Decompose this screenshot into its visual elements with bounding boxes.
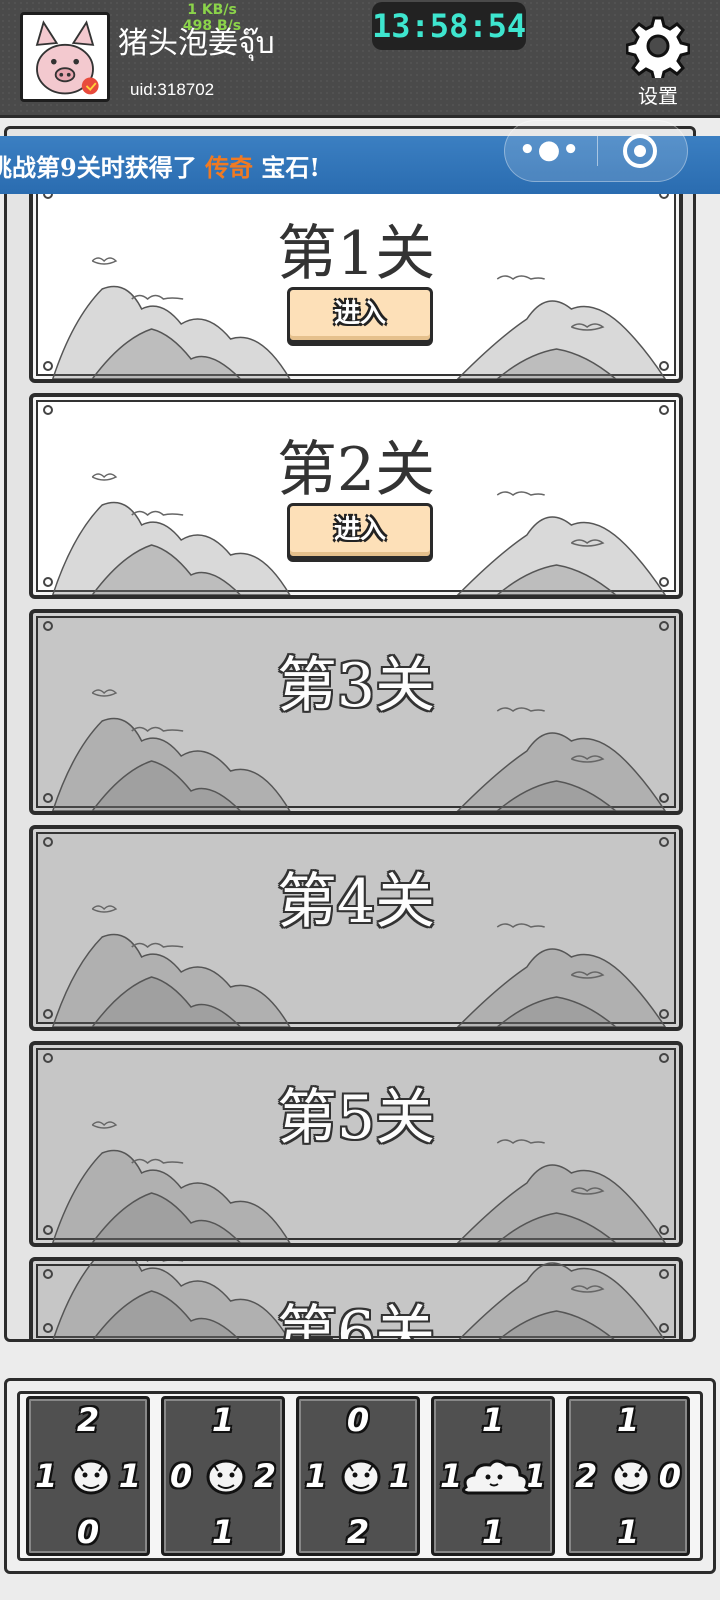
level-title: 第3关 <box>276 651 436 721</box>
announcement-text: 挑战第9关时获得了 传奇 宝石! <box>0 148 320 183</box>
stat-bottom: 1 <box>616 1513 640 1551</box>
stat-top: 0 <box>346 1401 370 1439</box>
level-title: 第1关 <box>276 219 436 289</box>
round-creature-icon <box>341 1459 381 1495</box>
target-close-icon[interactable] <box>623 134 657 168</box>
username: 猪头泡姜จุ๊บ <box>118 26 275 61</box>
stat-top: 1 <box>481 1401 505 1439</box>
stat-right: 2 <box>253 1457 276 1495</box>
stat-bottom: 2 <box>346 1513 370 1551</box>
rivet <box>659 621 669 631</box>
rivet <box>43 1225 53 1235</box>
level-title: 第6关 <box>276 1299 436 1342</box>
stat-bottom: 0 <box>76 1513 100 1551</box>
level-title: 第2关 <box>276 435 436 505</box>
stat-right: 0 <box>658 1457 681 1495</box>
stat-bottom: 1 <box>481 1513 505 1551</box>
stat-top: 2 <box>76 1401 100 1439</box>
stat-right: 1 <box>388 1457 411 1495</box>
round-creature-icon <box>204 1453 248 1497</box>
round-creature-icon <box>339 1453 383 1497</box>
rivet <box>43 577 53 587</box>
enter-level-button[interactable]: 进入 <box>287 503 433 559</box>
stat-right: 1 <box>118 1457 141 1495</box>
level-title: 第5关 <box>276 1083 436 1153</box>
rivet <box>659 577 669 587</box>
round-creature-icon <box>611 1459 651 1495</box>
enter-level-button[interactable]: 进入 <box>287 287 433 343</box>
rivet <box>43 1269 53 1279</box>
rivet <box>43 621 53 631</box>
level-card[interactable]: 第1关 进入 <box>29 177 683 383</box>
stat-left: 0 <box>170 1457 193 1495</box>
clock: 13:58:54 <box>372 2 526 50</box>
card-bar-inner: 2011 1102 0211 1111 1120 <box>17 1391 703 1561</box>
rivet <box>659 1009 669 1019</box>
level-list-frame: 第1关 进入 第2关 进入 第3关 第4关 第5关 第6关 <box>4 126 696 1342</box>
rivet <box>659 1269 669 1279</box>
gear-icon <box>626 16 690 78</box>
capsule-divider <box>597 136 598 166</box>
stat-top: 1 <box>211 1401 235 1439</box>
rivet <box>659 361 669 371</box>
battle-card[interactable]: 1 12 0 <box>566 1396 690 1556</box>
round-creature-icon <box>69 1453 113 1497</box>
announcement-highlight: 传奇 <box>205 153 254 182</box>
level-card: 第5关 <box>29 1041 683 1247</box>
settings-button[interactable]: 设置 <box>622 14 694 110</box>
round-creature-icon <box>206 1459 246 1495</box>
stat-top: 1 <box>616 1401 640 1439</box>
round-creature-icon <box>609 1453 653 1497</box>
mini-program-capsule: •●• <box>504 120 688 182</box>
stat-bottom: 1 <box>211 1513 235 1551</box>
rivet <box>659 837 669 847</box>
round-creature-icon <box>71 1459 111 1495</box>
rivet <box>43 793 53 803</box>
rivet <box>43 1053 53 1063</box>
cloud-creature-icon <box>460 1453 532 1497</box>
rivet <box>659 793 669 803</box>
settings-label: 设置 <box>638 84 678 108</box>
level-card: 第4关 <box>29 825 683 1031</box>
card-bar: 2011 1102 0211 1111 1120 <box>4 1378 716 1574</box>
avatar[interactable] <box>20 12 110 102</box>
battle-card[interactable]: 2011 <box>26 1396 150 1556</box>
stat-left: 1 <box>305 1457 328 1495</box>
level-list[interactable]: 第1关 进入 第2关 进入 第3关 第4关 第5关 第6关 <box>25 169 683 1339</box>
stat-left: 2 <box>575 1457 598 1495</box>
stat-left: 1 <box>35 1457 58 1495</box>
announcement-suffix: 宝石! <box>253 153 320 182</box>
level-card[interactable]: 第2关 进入 <box>29 393 683 599</box>
rivet <box>659 1225 669 1235</box>
rivet <box>43 361 53 371</box>
rivet <box>43 837 53 847</box>
rivet <box>659 405 669 415</box>
level-title: 第4关 <box>276 867 436 937</box>
cloud-creature-icon <box>461 1459 532 1495</box>
battle-card[interactable]: 0 21 1 <box>296 1396 420 1556</box>
top-header: 1 KB/s 498 B/s 猪头泡姜จุ๊บ uid:318702 13:58… <box>0 0 720 118</box>
level-card: 第3关 <box>29 609 683 815</box>
rivet <box>659 1053 669 1063</box>
pig-avatar-icon <box>23 15 107 99</box>
rivet <box>43 1009 53 1019</box>
stat-left: 1 <box>440 1457 463 1495</box>
download-speed: 1 KB/s <box>187 2 237 18</box>
announcement-prefix: 挑战第9关时获得了 <box>0 153 206 182</box>
battle-card[interactable]: 1 10 2 <box>161 1396 285 1556</box>
more-dots-icon[interactable]: •●• <box>505 121 595 181</box>
rivet <box>43 405 53 415</box>
battle-card[interactable]: 1111 <box>431 1396 555 1556</box>
level-card: 第6关 <box>29 1257 683 1342</box>
user-id: uid:318702 <box>130 80 215 99</box>
